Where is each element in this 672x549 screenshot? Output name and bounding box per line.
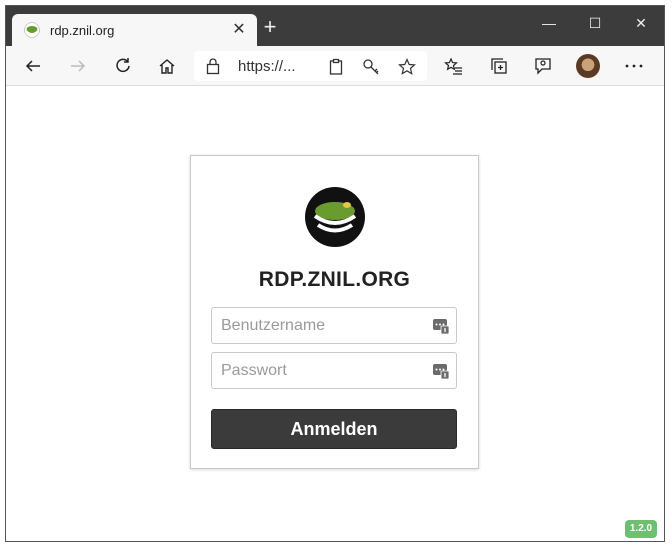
arrow-right-icon — [71, 60, 86, 72]
password-manager-icon[interactable] — [432, 317, 450, 335]
new-tab-button[interactable]: + — [258, 16, 282, 40]
clipboard-icon[interactable] — [326, 57, 346, 77]
feedback-icon — [535, 58, 551, 75]
minimize-button[interactable]: — — [526, 8, 572, 38]
collections-button[interactable] — [484, 52, 514, 80]
password-input[interactable] — [212, 353, 412, 388]
arrow-left-icon — [25, 60, 40, 72]
password-field[interactable] — [211, 352, 457, 389]
url-text[interactable]: https://... — [238, 58, 296, 75]
tab-title: rdp.znil.org — [50, 23, 115, 38]
back-button[interactable] — [18, 52, 48, 80]
collections-icon — [491, 58, 507, 74]
favicon-icon — [24, 22, 40, 38]
username-field[interactable] — [211, 307, 457, 344]
favorite-star-icon[interactable] — [397, 57, 417, 77]
favorites-list-icon — [444, 57, 462, 75]
refresh-icon — [116, 58, 130, 73]
key-icon[interactable] — [361, 57, 381, 77]
page-content: RDP.ZNIL.ORG Anmelden — [6, 87, 664, 541]
more-menu-button[interactable] — [619, 52, 649, 80]
username-input[interactable] — [212, 308, 412, 343]
tab-close-icon[interactable]: ✕ — [229, 20, 249, 40]
title-bar: rdp.znil.org ✕ + — ☐ ✕ — [6, 6, 664, 47]
version-badge: 1.2.0 — [625, 520, 657, 538]
forward-button[interactable] — [63, 52, 93, 80]
browser-window: rdp.znil.org ✕ + — ☐ ✕ https://... RDP.Z… — [5, 5, 665, 542]
site-title: RDP.ZNIL.ORG — [258, 268, 411, 291]
home-button[interactable] — [152, 52, 182, 80]
more-dots-icon — [625, 64, 643, 68]
maximize-button[interactable]: ☐ — [572, 8, 618, 38]
browser-toolbar: https://... — [6, 46, 664, 86]
favorites-button[interactable] — [439, 52, 469, 80]
login-card: RDP.ZNIL.ORG Anmelden — [190, 155, 479, 469]
lock-icon — [206, 58, 220, 75]
close-window-button[interactable]: ✕ — [618, 8, 664, 38]
site-logo-icon — [305, 187, 365, 247]
login-submit-button[interactable]: Anmelden — [211, 409, 457, 449]
address-bar[interactable]: https://... — [194, 51, 427, 81]
profile-avatar[interactable] — [576, 54, 600, 78]
password-manager-icon[interactable] — [432, 362, 450, 380]
feedback-button[interactable] — [528, 52, 558, 80]
browser-tab[interactable]: rdp.znil.org ✕ — [12, 14, 257, 47]
home-icon — [159, 59, 175, 74]
refresh-button[interactable] — [108, 52, 138, 80]
